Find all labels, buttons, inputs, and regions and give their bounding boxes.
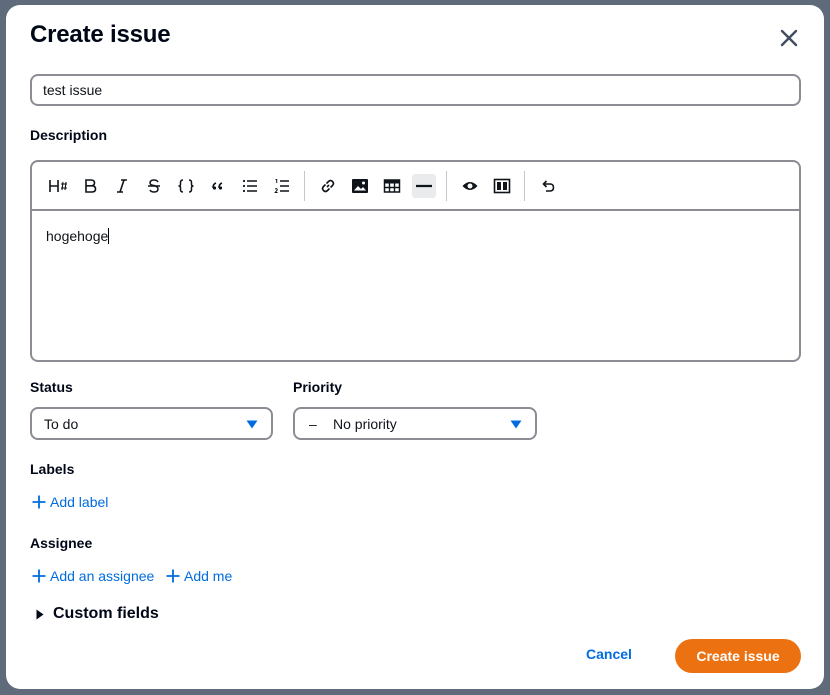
cancel-button[interactable]: Cancel (586, 646, 632, 662)
table-button[interactable] (380, 174, 404, 198)
text-cursor (108, 228, 110, 244)
caret-right-icon (36, 609, 44, 619)
description-editor: hogehoge (30, 160, 801, 362)
heading-icon (49, 180, 67, 192)
bulleted-list-button[interactable] (238, 174, 262, 198)
split-view-button[interactable] (490, 174, 514, 198)
add-me-link[interactable]: Add me (166, 568, 232, 584)
heading-button[interactable] (46, 174, 70, 198)
priority-label: Priority (293, 379, 343, 395)
priority-value: No priority (333, 415, 397, 432)
preview-button[interactable] (458, 174, 482, 198)
status-value: To do (44, 415, 79, 432)
quote-icon (212, 182, 223, 190)
image-icon (352, 179, 368, 193)
caret-down-icon (510, 420, 522, 429)
close-button[interactable] (776, 25, 802, 51)
bold-icon (85, 179, 97, 193)
horizontal-rule-button[interactable] (412, 174, 436, 198)
bulleted-list-icon (242, 179, 257, 193)
editor-toolbar (32, 162, 799, 211)
add-me-text: Add me (184, 568, 233, 584)
code-icon (178, 179, 194, 193)
labels-label: Labels (30, 461, 75, 477)
description-textarea[interactable]: hogehoge (32, 211, 799, 360)
create-issue-button[interactable]: Create issue (675, 639, 801, 673)
strikethrough-icon (148, 179, 160, 193)
numbered-list-icon (274, 179, 289, 193)
description-text: hogehoge (46, 228, 109, 244)
numbered-list-button[interactable] (270, 174, 294, 198)
image-button[interactable] (348, 174, 372, 198)
italic-icon (117, 179, 127, 193)
status-select[interactable]: To do (30, 407, 273, 440)
priority-select[interactable]: – No priority (293, 407, 537, 440)
status-label: Status (30, 379, 73, 395)
dialog-title: Create issue (30, 21, 171, 48)
strikethrough-button[interactable] (142, 174, 166, 198)
toolbar-divider (446, 171, 447, 201)
plus-icon (166, 569, 180, 583)
table-icon (383, 179, 401, 193)
description-label: Description (30, 127, 108, 143)
create-issue-dialog: Create issue Description (6, 5, 824, 689)
add-label-text: Add label (50, 494, 109, 510)
plus-icon (32, 495, 46, 509)
undo-icon (542, 180, 555, 192)
no-priority-icon: – (309, 415, 317, 432)
add-assignee-link[interactable]: Add an assignee (32, 568, 154, 584)
add-label-link[interactable]: Add label (32, 494, 108, 510)
caret-down-icon (246, 420, 258, 429)
link-icon (321, 179, 335, 193)
assignee-label: Assignee (30, 535, 93, 551)
quote-button[interactable] (206, 174, 230, 198)
italic-button[interactable] (110, 174, 134, 198)
add-assignee-text: Add an assignee (50, 568, 155, 584)
preview-icon (462, 182, 478, 190)
toolbar-divider (524, 171, 525, 201)
toolbar-divider (304, 171, 305, 201)
bold-button[interactable] (78, 174, 102, 198)
horizontal-rule-icon (416, 184, 432, 188)
custom-fields-toggle[interactable]: Custom fields (36, 605, 159, 623)
close-icon (780, 29, 798, 47)
undo-button[interactable] (536, 174, 560, 198)
code-button[interactable] (174, 174, 198, 198)
issue-title-input[interactable] (30, 74, 801, 106)
link-button[interactable] (316, 174, 340, 198)
split-view-icon (493, 178, 511, 194)
custom-fields-label: Custom fields (53, 605, 159, 622)
plus-icon (32, 569, 46, 583)
